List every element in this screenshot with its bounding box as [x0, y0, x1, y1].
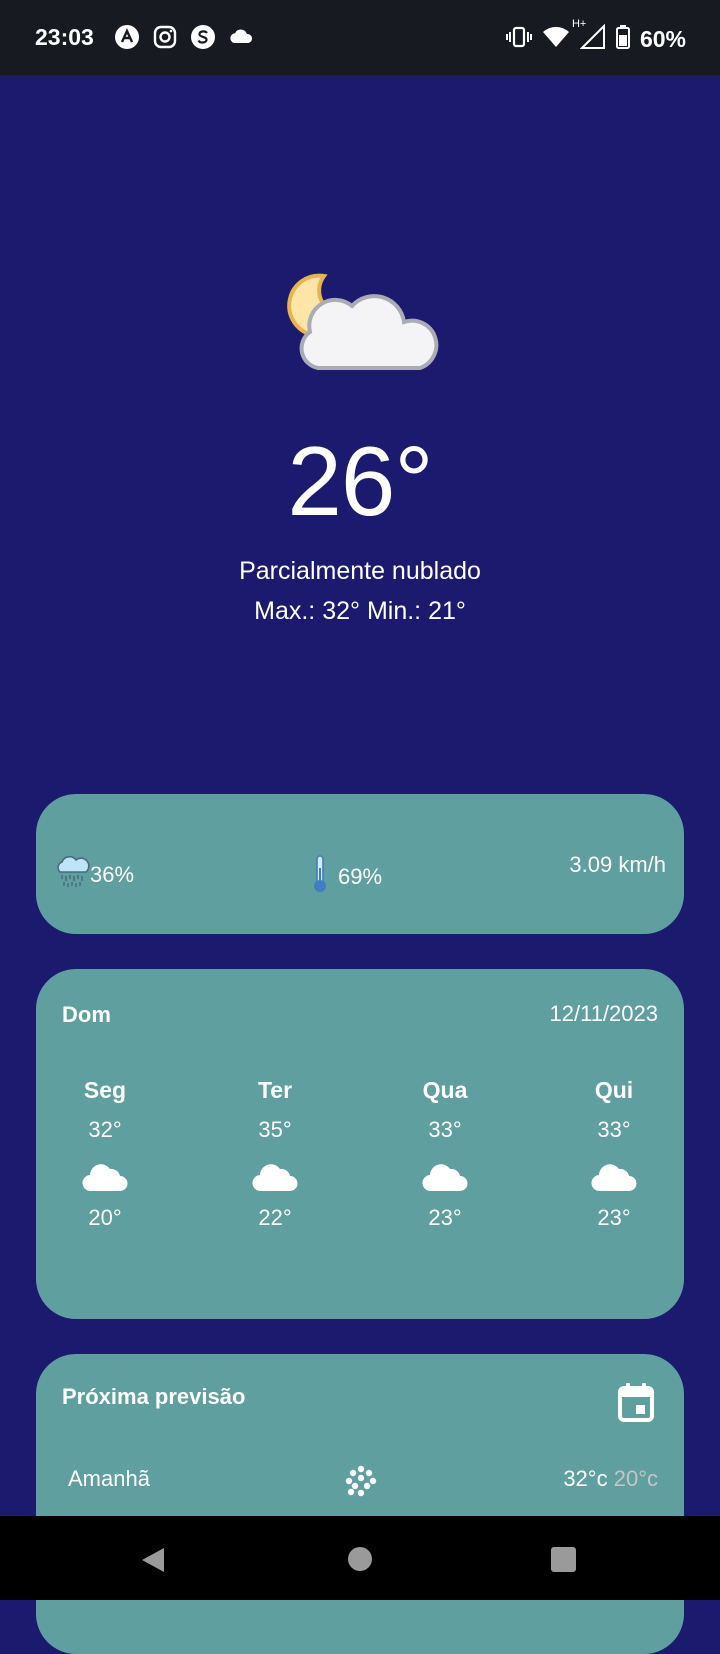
cloud-icon	[55, 1151, 155, 1201]
notification-icons	[114, 24, 254, 50]
forecast-day: Seg 32° 20°	[55, 1077, 155, 1231]
weather-stats-card: 36% 69% 3.09 km/h	[36, 794, 684, 934]
navigation-bar	[0, 1516, 720, 1600]
forecast-day-name: Ter	[257, 1077, 293, 1103]
cloud-icon	[225, 1151, 325, 1201]
rain-cloud-icon	[54, 854, 90, 896]
forecast-row-max: 32°c	[563, 1466, 608, 1491]
forecast-row-day: Amanhã	[68, 1466, 150, 1491]
forecast-min: 22°	[258, 1205, 292, 1230]
partly-cloudy-night-icon	[280, 266, 440, 386]
wind-stat: 3.09 km/h	[569, 852, 666, 878]
forecast-day: Qui 33° 23°	[564, 1077, 664, 1231]
forecast-max: 33°	[428, 1117, 462, 1142]
forecast-min: 23°	[597, 1205, 631, 1230]
max-min-temperature: Max.: 32° Min.: 21°	[254, 597, 466, 625]
vibrate-icon	[505, 24, 532, 55]
humidity-value: 69%	[338, 864, 383, 889]
forecast-row-min: 20°c	[613, 1466, 658, 1491]
forecast-max: 35°	[258, 1117, 292, 1142]
forecast-min: 23°	[428, 1205, 462, 1230]
wifi-icon	[542, 25, 570, 54]
forecast-max: 32°	[88, 1117, 122, 1142]
today-label: Dom	[62, 1002, 111, 1027]
today-date: 12/11/2023	[549, 1001, 658, 1026]
rain-stat: 36%	[54, 854, 134, 896]
cloud-icon	[395, 1151, 495, 1201]
next-forecast-card: Próxima previsão Amanhã 32°c 20°c	[36, 1354, 684, 1654]
calendar-icon[interactable]	[618, 1382, 654, 1422]
back-button[interactable]	[140, 1546, 166, 1579]
status-bar: 23:03 H+ 60%	[0, 0, 720, 75]
recent-apps-button[interactable]	[551, 1547, 576, 1572]
current-temperature: 26°	[287, 426, 433, 536]
app-s-icon	[190, 24, 216, 50]
forecast-min: 20°	[88, 1205, 122, 1230]
battery-percent: 60%	[639, 26, 686, 52]
forecast-row-temps: 32°c 20°c	[563, 1466, 658, 1492]
thermometer-icon	[312, 854, 328, 900]
next-forecast-title: Próxima previsão	[62, 1384, 246, 1409]
weekly-forecast-card: Dom 12/11/2023 Seg 32° 20° Ter 35° 22° Q…	[36, 969, 684, 1319]
forecast-day: Ter 35° 22°	[225, 1077, 325, 1231]
forecast-day-name: Qui	[594, 1077, 634, 1103]
system-icons: H+ 60%	[505, 18, 686, 55]
network-type: H+	[571, 18, 587, 30]
forecast-day-name: Qua	[422, 1077, 468, 1103]
snow-icon	[344, 1464, 378, 1498]
battery-icon	[615, 25, 630, 54]
humidity-stat: 69%	[312, 854, 382, 900]
wind-value: 3.09 km/h	[569, 852, 666, 877]
weather-description: Parcialmente nublado	[239, 557, 481, 585]
forecast-max: 33°	[597, 1117, 631, 1142]
cloud-icon	[564, 1151, 664, 1201]
cloud-icon	[228, 24, 254, 50]
signal-icon: H+	[572, 18, 606, 55]
forecast-day: Qua 33° 23°	[395, 1077, 495, 1231]
status-time: 23:03	[35, 24, 94, 50]
instagram-icon	[152, 24, 178, 50]
home-button[interactable]	[348, 1547, 372, 1571]
forecast-day-name: Seg	[83, 1077, 127, 1103]
rain-chance: 36%	[90, 862, 135, 887]
app-a-icon	[114, 24, 140, 50]
